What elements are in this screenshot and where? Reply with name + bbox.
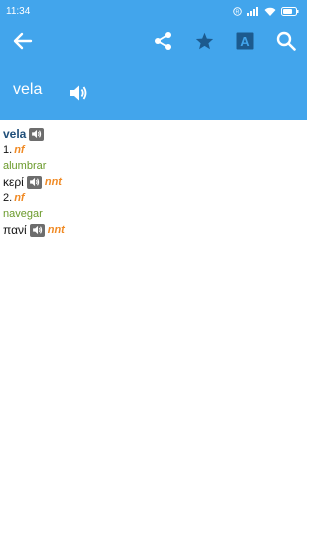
sense-note-text: alumbrar [3, 160, 47, 172]
star-icon [195, 32, 214, 55]
translation-row: πανί nnt [3, 222, 307, 238]
sense-note: navegar [3, 206, 307, 222]
search-button[interactable] [269, 22, 303, 64]
arrow-left-icon [13, 32, 33, 55]
status-bar: 11:34 R [0, 0, 307, 22]
headword-speaker-button[interactable] [68, 84, 88, 107]
sense-note: alumbrar [3, 158, 307, 174]
translation-row: κερί nnt [3, 174, 307, 190]
entry-header: vela [3, 126, 307, 142]
headword-bar: vela [0, 64, 307, 120]
translation-pos: nnt [44, 176, 62, 188]
signal-icon [247, 6, 259, 16]
app-bar: A [0, 22, 307, 64]
sense-number: 2. [3, 192, 13, 204]
registered-icon: R [233, 6, 242, 16]
translation-speaker-button[interactable] [29, 223, 45, 237]
svg-text:R: R [236, 9, 240, 15]
translation-speaker-button[interactable] [26, 175, 42, 189]
back-button[interactable] [6, 22, 40, 64]
sense-header: 1. nf [3, 142, 307, 158]
sense-number: 1. [3, 144, 13, 156]
wifi-icon [264, 7, 276, 16]
sense-pos: nf [14, 192, 25, 204]
speaker-icon [68, 85, 88, 106]
sense-pos: nf [14, 144, 25, 156]
speaker-icon [29, 177, 40, 187]
status-icons: R [233, 6, 299, 16]
translation-word[interactable]: πανί [3, 222, 27, 238]
font-size-button[interactable]: A [228, 22, 262, 64]
search-icon [276, 31, 296, 56]
share-icon [153, 31, 173, 56]
headword-title: vela [13, 81, 43, 98]
speaker-icon [32, 129, 42, 139]
dictionary-entry: vela 1. nf alumbrar κερί nnt 2. nf naveg… [0, 120, 307, 238]
battery-icon [281, 6, 299, 16]
translation-pos: nnt [47, 224, 65, 236]
font-a-icon: A [236, 32, 254, 55]
sense-header: 2. nf [3, 190, 307, 206]
favorite-button[interactable] [187, 22, 221, 64]
translation-word[interactable]: κερί [3, 174, 24, 190]
entry-speaker-button[interactable] [29, 127, 45, 141]
speaker-icon [32, 225, 42, 235]
share-button[interactable] [146, 22, 180, 64]
svg-text:A: A [240, 34, 250, 49]
entry-word: vela [3, 127, 27, 141]
status-time: 11:34 [6, 5, 31, 17]
sense-note-text: navegar [3, 208, 43, 220]
